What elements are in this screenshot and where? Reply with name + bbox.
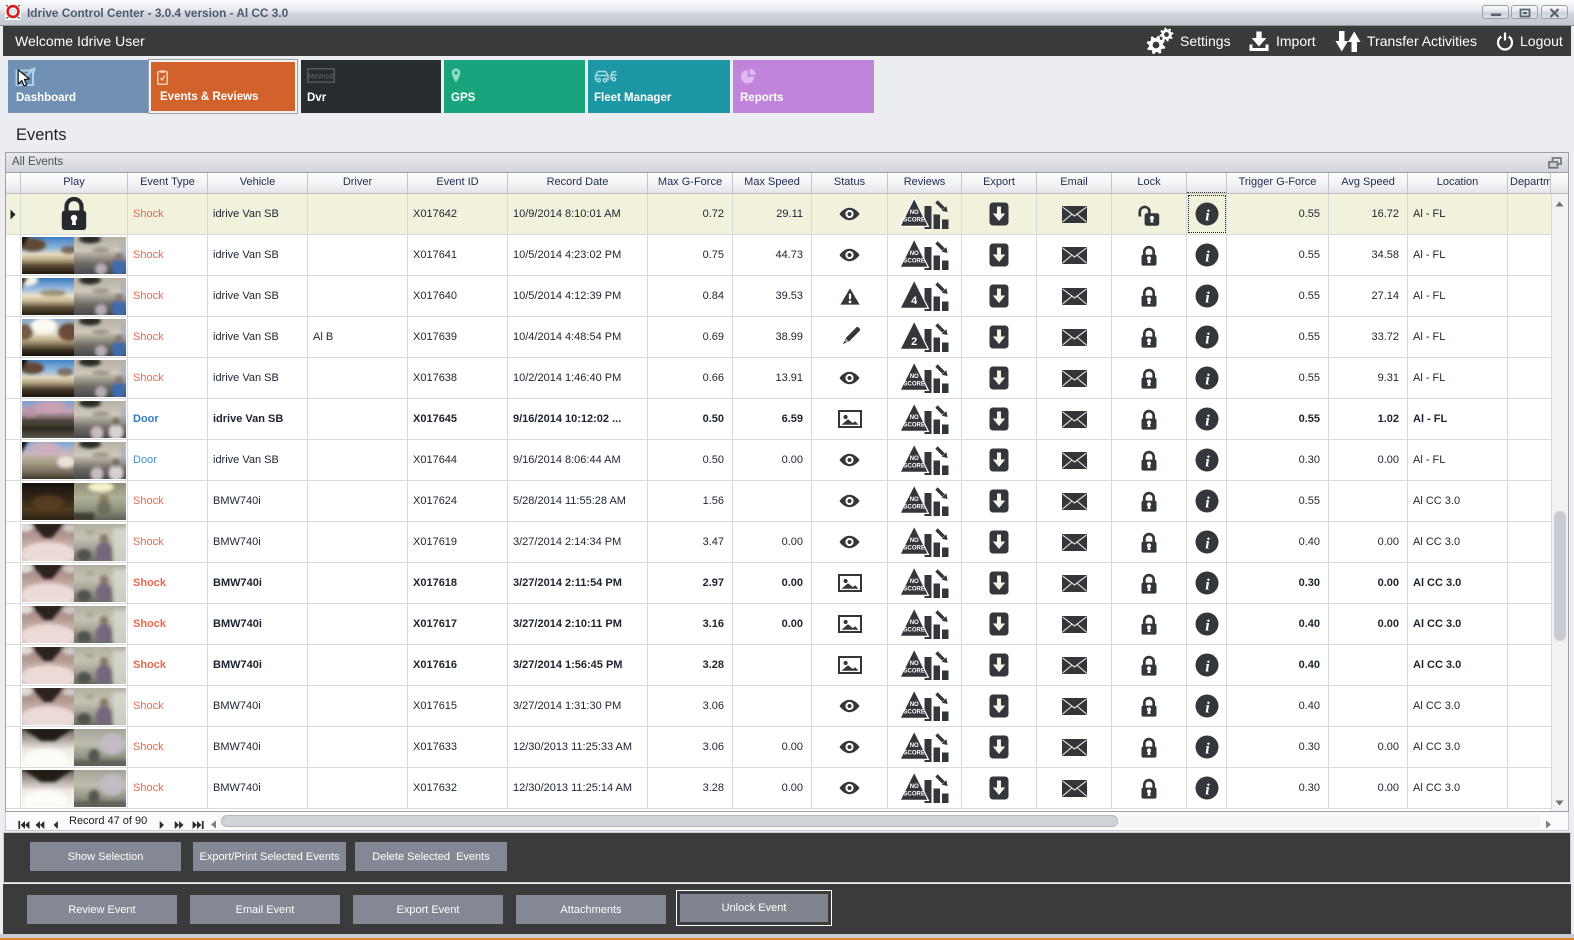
svg-text:i: i bbox=[1205, 495, 1210, 512]
svg-text:NO: NO bbox=[909, 251, 918, 257]
svg-text:SCORE: SCORE bbox=[903, 587, 924, 593]
svg-text:SCORE: SCORE bbox=[903, 751, 924, 757]
svg-text:4: 4 bbox=[911, 295, 918, 307]
svg-text:SCORE: SCORE bbox=[903, 710, 924, 716]
svg-text:i: i bbox=[1205, 618, 1210, 635]
svg-text:NO: NO bbox=[909, 456, 918, 462]
svg-text:i: i bbox=[1205, 782, 1210, 799]
svg-text:i: i bbox=[1205, 249, 1210, 266]
svg-text:SCORE: SCORE bbox=[903, 259, 924, 265]
svg-text:NO: NO bbox=[909, 702, 918, 708]
svg-text:NO: NO bbox=[909, 784, 918, 790]
svg-text:2: 2 bbox=[911, 336, 917, 348]
svg-text:SCORE: SCORE bbox=[903, 218, 924, 224]
svg-text:i: i bbox=[1205, 413, 1210, 430]
svg-text:i: i bbox=[1205, 208, 1210, 225]
svg-text:NO: NO bbox=[909, 415, 918, 421]
svg-text:NO: NO bbox=[909, 538, 918, 544]
svg-text:SCORE: SCORE bbox=[903, 464, 924, 470]
svg-text:i: i bbox=[1205, 331, 1210, 348]
svg-text:SCORE: SCORE bbox=[903, 505, 924, 511]
svg-text:SCORE: SCORE bbox=[903, 423, 924, 429]
svg-text:i: i bbox=[1205, 659, 1210, 676]
svg-text:NO: NO bbox=[909, 497, 918, 503]
svg-text:NO: NO bbox=[909, 579, 918, 585]
svg-text:SCORE: SCORE bbox=[903, 382, 924, 388]
svg-text:i: i bbox=[1205, 577, 1210, 594]
svg-text:NO: NO bbox=[909, 620, 918, 626]
svg-text:i: i bbox=[1205, 700, 1210, 717]
svg-text:SCORE: SCORE bbox=[903, 628, 924, 634]
svg-text:NO: NO bbox=[909, 374, 918, 380]
svg-text:SCORE: SCORE bbox=[903, 546, 924, 552]
svg-text:SCORE: SCORE bbox=[903, 792, 924, 798]
svg-text:i: i bbox=[1205, 372, 1210, 389]
svg-text:SCORE: SCORE bbox=[903, 669, 924, 675]
svg-text:i: i bbox=[1205, 290, 1210, 307]
svg-text:i: i bbox=[1205, 454, 1210, 471]
svg-text:NO: NO bbox=[909, 743, 918, 749]
svg-text:i: i bbox=[1205, 536, 1210, 553]
svg-text:MERGE: MERGE bbox=[308, 74, 335, 81]
svg-text:NO: NO bbox=[909, 210, 918, 216]
svg-text:i: i bbox=[1205, 741, 1210, 758]
svg-text:NO: NO bbox=[909, 661, 918, 667]
